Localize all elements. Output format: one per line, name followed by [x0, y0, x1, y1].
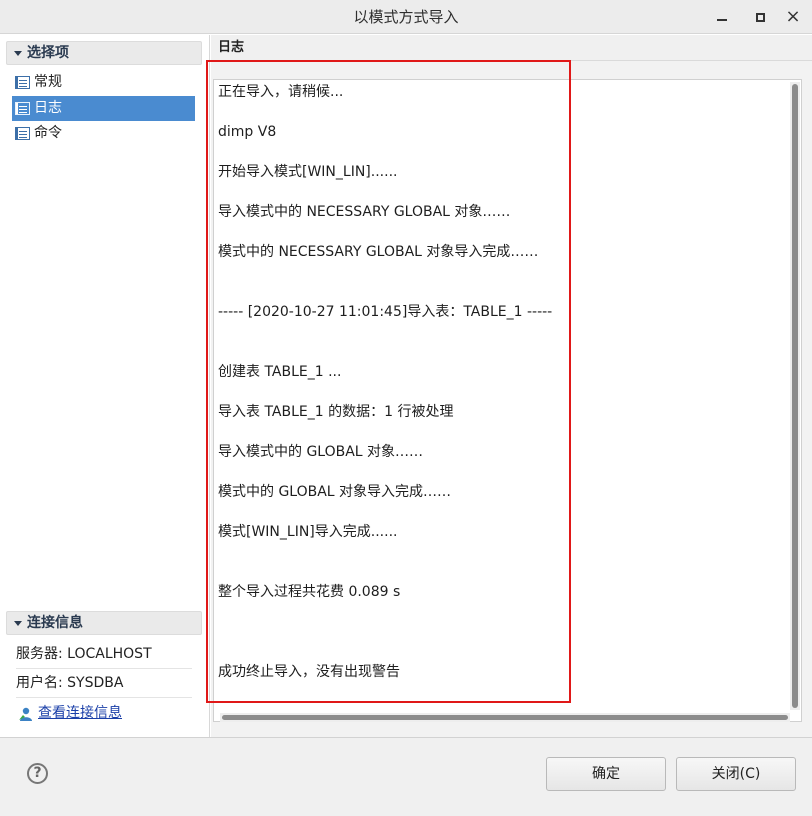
log-line: 模式中的 GLOBAL 对象导入完成…… — [218, 484, 452, 500]
log-line: 导入模式中的 GLOBAL 对象…… — [218, 444, 424, 460]
list-icon — [15, 102, 30, 115]
log-line: 创建表 TABLE_1 ... — [218, 364, 342, 380]
log-line: 正在导入，请稍候... — [218, 84, 344, 100]
person-icon — [19, 707, 32, 721]
vertical-scrollbar[interactable] — [790, 82, 800, 710]
user-info: 用户名: SYSDBA — [16, 669, 192, 698]
title-bar: 以模式方式导入 × — [0, 0, 812, 34]
view-connection-link[interactable]: 查看连接信息 — [38, 705, 122, 721]
options-header-label: 选择项 — [27, 45, 69, 61]
maximize-icon — [755, 12, 765, 22]
log-line: 开始导入模式[WIN_LIN]...... — [218, 164, 398, 180]
view-connection-link-row: 查看连接信息 — [16, 699, 192, 728]
log-line: ----- [2020-10-27 11:01:45]导入表：TABLE_1 -… — [218, 304, 553, 320]
horizontal-scrollbar-thumb[interactable] — [222, 715, 788, 720]
log-line: 成功终止导入，没有出现警告 — [218, 664, 400, 680]
sidebar: 选择项 常规 日志 命令 连接信息 服务器: LOCALHOST 用户名: SY… — [0, 35, 210, 737]
log-line: dimp V8 — [218, 124, 277, 140]
sidebar-item-log[interactable]: 日志 — [12, 96, 195, 121]
log-line: 模式[WIN_LIN]导入完成...... — [218, 524, 398, 540]
window-title: 以模式方式导入 — [353, 8, 459, 26]
server-info: 服务器: LOCALHOST — [16, 640, 192, 669]
minimize-icon — [717, 19, 727, 21]
vertical-scrollbar-thumb[interactable] — [792, 84, 798, 708]
chevron-down-icon — [14, 51, 22, 56]
sidebar-item-command[interactable]: 命令 — [12, 121, 195, 146]
connection-section-header[interactable]: 连接信息 — [6, 611, 202, 635]
chevron-down-icon — [14, 621, 22, 626]
log-line: 导入模式中的 NECESSARY GLOBAL 对象…… — [218, 204, 511, 220]
sidebar-item-label: 命令 — [34, 125, 62, 141]
options-section-header[interactable]: 选择项 — [6, 41, 202, 65]
dialog-footer: ? 确定 关闭(C) — [0, 737, 812, 816]
close-button[interactable]: 关闭(C) — [676, 757, 796, 791]
list-icon — [15, 76, 30, 89]
maximize-button[interactable] — [750, 7, 770, 27]
log-line: 整个导入过程共花费 0.089 s — [218, 584, 401, 600]
list-icon — [15, 127, 30, 140]
sidebar-item-general[interactable]: 常规 — [12, 70, 195, 95]
log-line: 导入表 TABLE_1 的数据：1 行被处理 — [218, 404, 454, 420]
log-pane-header: 日志 — [211, 35, 812, 61]
log-line: 模式中的 NECESSARY GLOBAL 对象导入完成…… — [218, 244, 539, 260]
close-icon: × — [785, 6, 801, 27]
horizontal-scrollbar[interactable] — [220, 713, 790, 722]
sidebar-item-label: 日志 — [34, 100, 62, 116]
help-icon: ? — [33, 765, 42, 781]
help-button[interactable]: ? — [27, 763, 48, 784]
ok-button[interactable]: 确定 — [546, 757, 666, 791]
minimize-button[interactable] — [712, 7, 732, 27]
close-window-button[interactable]: × — [783, 7, 803, 27]
log-textarea[interactable]: 正在导入，请稍候... dimp V8 开始导入模式[WIN_LIN].....… — [213, 79, 802, 722]
sidebar-item-label: 常规 — [34, 74, 62, 90]
connection-header-label: 连接信息 — [27, 615, 83, 631]
